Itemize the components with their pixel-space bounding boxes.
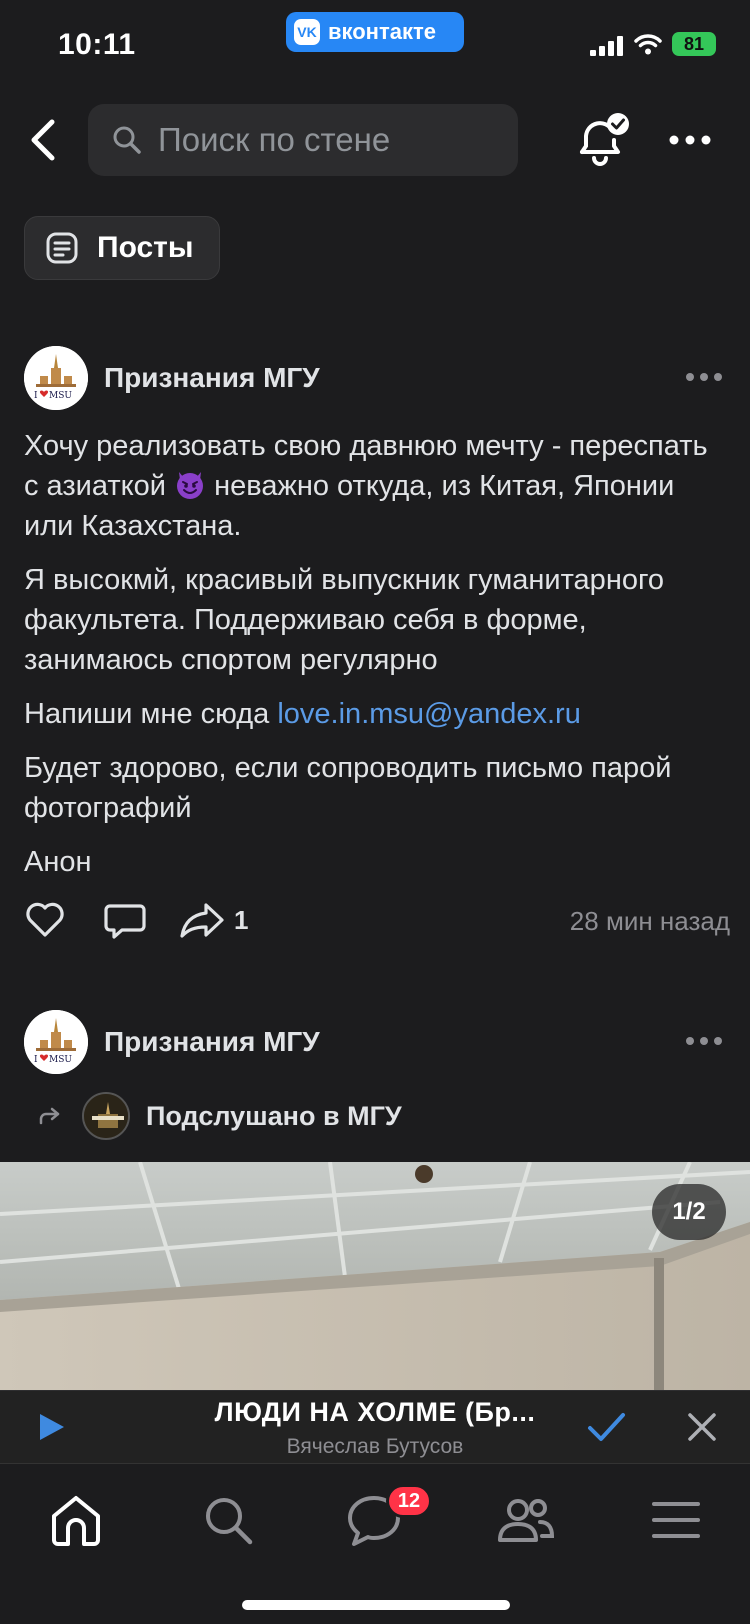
smiling-devil-emoji-icon — [177, 472, 204, 499]
search-tab-icon[interactable] — [198, 1490, 258, 1550]
share-arrow-icon — [180, 903, 224, 938]
post-paragraph: Хочу реализовать свою давнюю мечту - пер… — [24, 426, 724, 546]
comment-icon — [104, 904, 146, 939]
community-logo-icon — [84, 1094, 128, 1138]
status-time: 10:11 — [58, 28, 136, 61]
post-paragraph: Я высокмй, красивый выпускник гуманитарн… — [24, 564, 665, 676]
vk-logo-icon: VK — [294, 19, 320, 45]
svg-text:MSU: MSU — [49, 391, 72, 401]
search-icon — [113, 126, 141, 154]
checkmark-icon[interactable] — [586, 1409, 626, 1445]
svg-text:I: I — [34, 391, 38, 401]
track-title: ЛЮДИ НА ХОЛМЕ (Бр... — [214, 1397, 536, 1427]
post-photo[interactable]: 1/2 — [0, 1162, 750, 1390]
repost-avatar — [82, 1092, 130, 1140]
posts-chip-label: Посты — [97, 231, 194, 264]
vk-pill-label: вконтакте — [328, 19, 437, 44]
back-button[interactable] — [18, 110, 68, 170]
track-artist: Вячеслав Бутусов — [286, 1435, 464, 1458]
share-count: 1 — [234, 904, 249, 935]
battery-level: 81 — [683, 33, 705, 54]
svg-text:MSU: MSU — [49, 1055, 72, 1065]
chevron-left-icon — [31, 119, 55, 161]
post-menu-icon[interactable] — [684, 1034, 724, 1048]
cellular-signal-icon — [590, 36, 623, 56]
email-link[interactable]: love.in.msu@yandex.ru — [277, 698, 580, 730]
wifi-icon — [634, 34, 662, 55]
wall-search-input[interactable]: Поиск по стене — [88, 104, 518, 176]
post-actions: 1 28 мин назад — [24, 898, 730, 948]
home-tab-icon[interactable] — [46, 1490, 106, 1550]
comment-button[interactable] — [104, 898, 146, 942]
post-paragraph: Напиши мне сюда love.in.msu@yandex.ru — [24, 694, 724, 734]
status-bar: 10:11 VK вконтакте 81 — [0, 0, 750, 88]
close-icon[interactable] — [684, 1409, 720, 1445]
battery-icon: 81 — [672, 32, 716, 56]
heart-icon — [26, 902, 64, 937]
avatar[interactable]: I MSU — [24, 346, 88, 410]
share-button[interactable]: 1 — [180, 898, 248, 942]
post-author[interactable]: Признания МГУ — [104, 1026, 320, 1058]
posts-filter-chip[interactable]: Посты — [24, 216, 220, 280]
post-time: 28 мин назад — [569, 906, 730, 936]
audio-player[interactable]: ЛЮДИ НА ХОЛМЕ (Бр... Вячеслав Бутусов — [0, 1390, 750, 1464]
post-paragraph: Будет здорово, если сопроводить письмо п… — [24, 752, 672, 824]
post-menu-icon[interactable] — [684, 370, 724, 384]
like-button[interactable] — [24, 898, 66, 942]
photo-counter: 1/2 — [652, 1184, 726, 1240]
menu-tab-icon[interactable] — [646, 1490, 706, 1550]
friends-tab-icon[interactable] — [496, 1490, 556, 1550]
notification-bell-icon[interactable] — [568, 108, 632, 172]
vk-app-pill[interactable]: VK вконтакте — [286, 12, 464, 52]
svg-text:I: I — [34, 1055, 38, 1065]
msu-logo-icon: I MSU — [24, 1010, 88, 1074]
avatar[interactable]: I MSU — [24, 1010, 88, 1074]
messages-badge: 12 — [386, 1484, 432, 1518]
ceiling-photo — [0, 1162, 750, 1390]
post-author[interactable]: Признания МГУ — [104, 362, 320, 394]
more-options-icon[interactable] — [666, 120, 714, 160]
repost-source-name: Подслушано в МГУ — [146, 1100, 402, 1131]
home-indicator — [242, 1600, 510, 1610]
repost-arrow-icon — [39, 1107, 60, 1125]
post-paragraph: Анон — [24, 846, 92, 878]
document-icon — [46, 232, 78, 264]
search-placeholder: Поиск по стене — [158, 121, 391, 158]
msu-logo-icon: I MSU — [24, 346, 88, 410]
post-text: Хочу реализовать свою давнюю мечту - пер… — [24, 426, 724, 896]
post-text-segment: Напиши мне сюда — [24, 698, 278, 730]
repost-source[interactable]: Подслушано в МГУ — [38, 1090, 402, 1142]
